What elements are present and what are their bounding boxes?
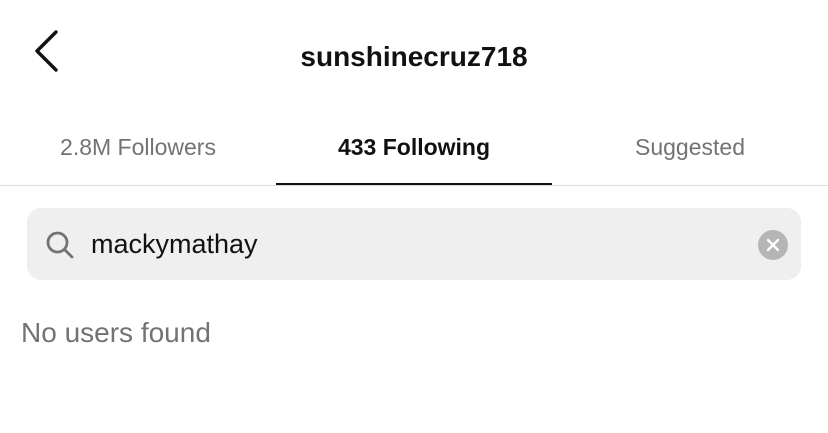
search-query[interactable]: mackymathay xyxy=(91,228,258,260)
following-screen: sunshinecruz718 2.8M Followers 433 Follo… xyxy=(0,0,828,433)
search-icon xyxy=(46,231,74,259)
search-input[interactable]: mackymathay xyxy=(27,208,801,280)
clear-icon xyxy=(766,238,780,252)
tab-following[interactable]: 433 Following xyxy=(276,110,552,185)
page-title: sunshinecruz718 xyxy=(300,41,528,72)
active-tab-indicator xyxy=(276,183,552,185)
tab-bar: 2.8M Followers 433 Following Suggested xyxy=(0,110,828,186)
tab-suggested[interactable]: Suggested xyxy=(552,110,828,185)
clear-search-button[interactable] xyxy=(758,230,788,260)
tab-followers[interactable]: 2.8M Followers xyxy=(0,110,276,185)
no-results-message: No users found xyxy=(21,317,211,348)
header: sunshinecruz718 xyxy=(0,0,828,110)
